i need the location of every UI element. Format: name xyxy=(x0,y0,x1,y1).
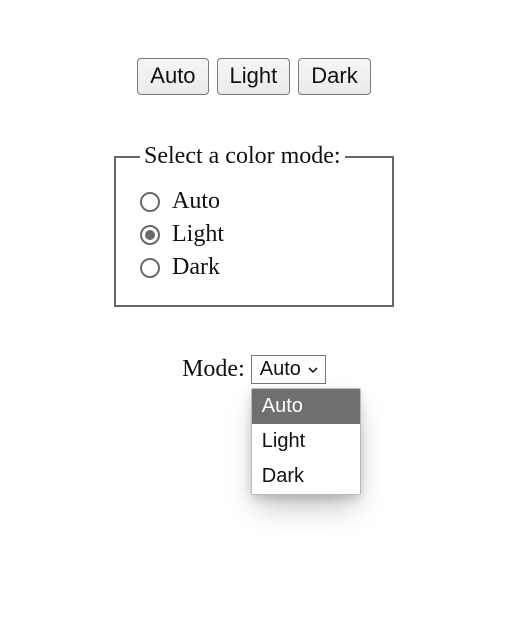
select-value: Auto xyxy=(260,358,301,381)
mode-button-light[interactable]: Light xyxy=(217,58,291,95)
dropdown-option-dark[interactable]: Dark xyxy=(252,459,360,494)
radio-icon xyxy=(140,258,160,278)
select-label: Mode: xyxy=(182,356,245,383)
mode-button-dark[interactable]: Dark xyxy=(298,58,370,95)
color-mode-fieldset: Select a color mode: Auto Light Dark xyxy=(114,143,394,307)
mode-button-auto[interactable]: Auto xyxy=(137,58,208,95)
mode-button-group: Auto Light Dark xyxy=(0,58,508,95)
radio-auto[interactable]: Auto xyxy=(140,188,378,215)
radio-light[interactable]: Light xyxy=(140,221,378,248)
radio-icon xyxy=(140,192,160,212)
fieldset-legend: Select a color mode: xyxy=(140,143,345,170)
radio-label: Auto xyxy=(172,188,220,215)
dropdown-option-light[interactable]: Light xyxy=(252,424,360,459)
chevron-down-icon xyxy=(307,364,319,376)
radio-icon-selected xyxy=(140,225,160,245)
mode-select-dropdown: Auto Light Dark xyxy=(251,388,361,495)
radio-dark[interactable]: Dark xyxy=(140,254,378,281)
mode-select[interactable]: Auto xyxy=(251,355,326,384)
radio-label: Light xyxy=(172,221,224,248)
dropdown-option-auto[interactable]: Auto xyxy=(252,389,360,424)
radio-label: Dark xyxy=(172,254,220,281)
